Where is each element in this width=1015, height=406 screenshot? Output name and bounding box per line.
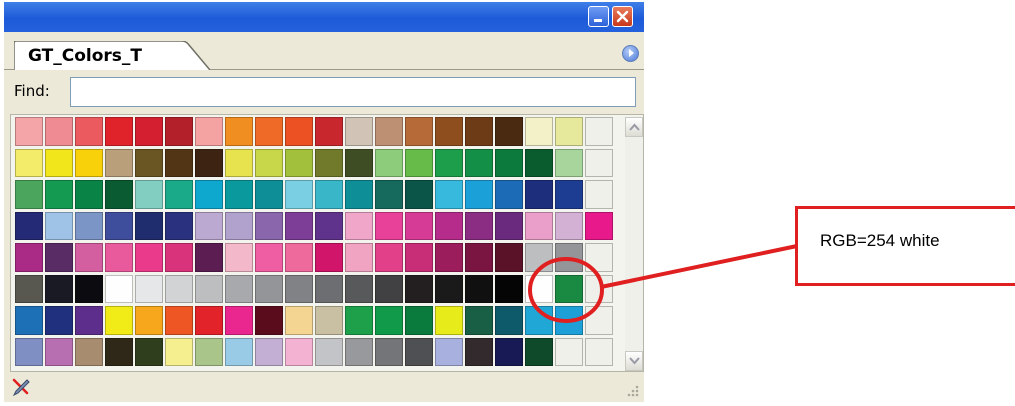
callout-text: RGB=254 white xyxy=(820,231,940,250)
callout-box: RGB=254 white xyxy=(795,206,1015,286)
highlight-circle xyxy=(528,257,604,323)
callout-annotation xyxy=(528,244,798,323)
callout-pointer xyxy=(600,244,798,289)
